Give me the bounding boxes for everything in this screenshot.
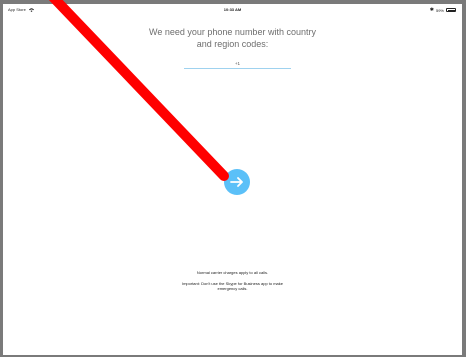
prompt-line-2: and region codes:: [196, 39, 269, 49]
battery-icon: [446, 8, 456, 12]
app-screen: App Store 10:33 AM ✱ 59% We need your ph…: [3, 4, 462, 355]
status-time: 10:33 AM: [223, 7, 242, 12]
carrier-charges-note: Normal carrier charges apply to all call…: [196, 270, 269, 275]
battery-percent: 59%: [435, 7, 444, 13]
status-right: ✱ 59%: [430, 7, 456, 13]
arrow-right-icon: [230, 177, 243, 187]
status-bar: App Store 10:33 AM ✱ 59%: [3, 4, 462, 14]
prompt-line-1: We need your phone number with country: [149, 27, 316, 37]
important-line-2: emergency calls.: [217, 286, 248, 291]
emergency-calls-note: Important: Don't use the Skype for Busin…: [3, 281, 462, 291]
phone-number-input[interactable]: [184, 59, 291, 69]
phone-number-prompt: We need your phone number with country a…: [3, 26, 462, 50]
next-button[interactable]: [224, 169, 250, 195]
bluetooth-icon: ✱: [429, 7, 434, 13]
